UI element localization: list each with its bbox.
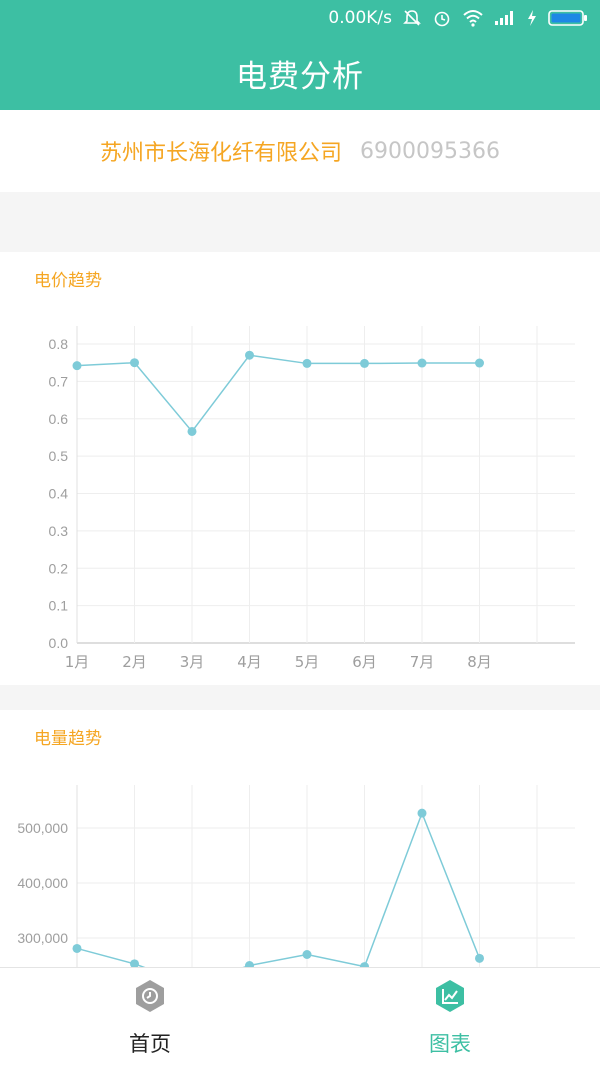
company-name: 苏州市长海化纤有限公司 (100, 141, 343, 166)
data-point (475, 358, 484, 368)
app-bar: 电费分析 (0, 36, 600, 110)
data-point (417, 358, 427, 368)
network-speed: 0.00K/s (328, 8, 392, 28)
nav-chart[interactable]: 图表 (300, 968, 600, 1067)
y-tick-label: 0.1 (49, 598, 69, 614)
y-tick-label: 0.8 (49, 336, 69, 352)
charging-icon (526, 9, 538, 27)
x-tick-label: 6月 (352, 653, 377, 671)
page-title: 电费分析 (236, 58, 364, 95)
x-tick-label: 4月 (237, 653, 262, 671)
alarm-icon (432, 8, 452, 28)
spacer (0, 192, 600, 252)
data-point (302, 950, 312, 959)
chart-icon (432, 978, 468, 1018)
data-point (302, 358, 312, 368)
price-trend-chart: 0.0 0.1 0.2 0.3 0.4 0.5 0.6 0.7 0.8 1月 2月 3月 4月 5月 6月 7… (49, 326, 575, 671)
y-tick-label: 0.4 (49, 486, 69, 502)
data-point (245, 350, 254, 360)
data-point (72, 361, 82, 371)
y-tick-label: 300,000 (17, 930, 68, 946)
data-point (130, 959, 139, 967)
x-tick-label: 1月 (65, 653, 90, 671)
usage-trend-chart: 300,000 400,000 500,000 (17, 785, 575, 967)
x-tick-label: 3月 (180, 653, 205, 671)
x-tick-label: 7月 (410, 653, 435, 671)
y-tick-label: 400,000 (17, 875, 68, 891)
wifi-icon (462, 9, 484, 27)
data-point (417, 808, 427, 818)
data-point (187, 426, 197, 436)
home-clock-icon (132, 978, 168, 1018)
price-trend-card: 电价趋势 0.0 0.1 0.2 0.3 0.4 0.5 0.6 0.7 0.8 1月 2月 3月 4月… (0, 252, 600, 685)
data-point (72, 943, 82, 953)
x-tick-label: 5月 (295, 653, 320, 671)
nav-home-label: 首页 (129, 1031, 171, 1056)
y-tick-label: 0.5 (49, 448, 69, 464)
y-tick-label: 500,000 (17, 820, 68, 836)
battery-icon (548, 9, 588, 27)
x-tick-label: 8月 (467, 653, 492, 671)
x-tick-label: 2月 (122, 653, 147, 671)
mute-icon (402, 8, 422, 28)
y-tick-label: 0.0 (49, 635, 69, 651)
signal-icon (494, 10, 516, 26)
y-tick-label: 0.6 (49, 411, 69, 427)
data-point (360, 358, 369, 368)
bottom-nav: 首页 图表 (0, 967, 600, 1067)
status-bar: 0.00K/s (0, 0, 600, 36)
nav-home[interactable]: 首页 (0, 968, 300, 1067)
series-line (76, 811, 481, 967)
data-point (475, 953, 484, 963)
y-tick-label: 0.3 (49, 523, 69, 539)
company-info: 苏州市长海化纤有限公司 6900095366 (0, 110, 600, 192)
data-point (130, 358, 139, 368)
y-tick-label: 0.7 (49, 373, 69, 389)
y-tick-label: 0.2 (49, 560, 69, 576)
usage-trend-card: 电量趋势 300,000 400,000 500,000 (0, 710, 600, 967)
company-code: 6900095366 (360, 138, 500, 164)
nav-chart-label: 图表 (429, 1031, 471, 1056)
series-line (76, 354, 480, 433)
